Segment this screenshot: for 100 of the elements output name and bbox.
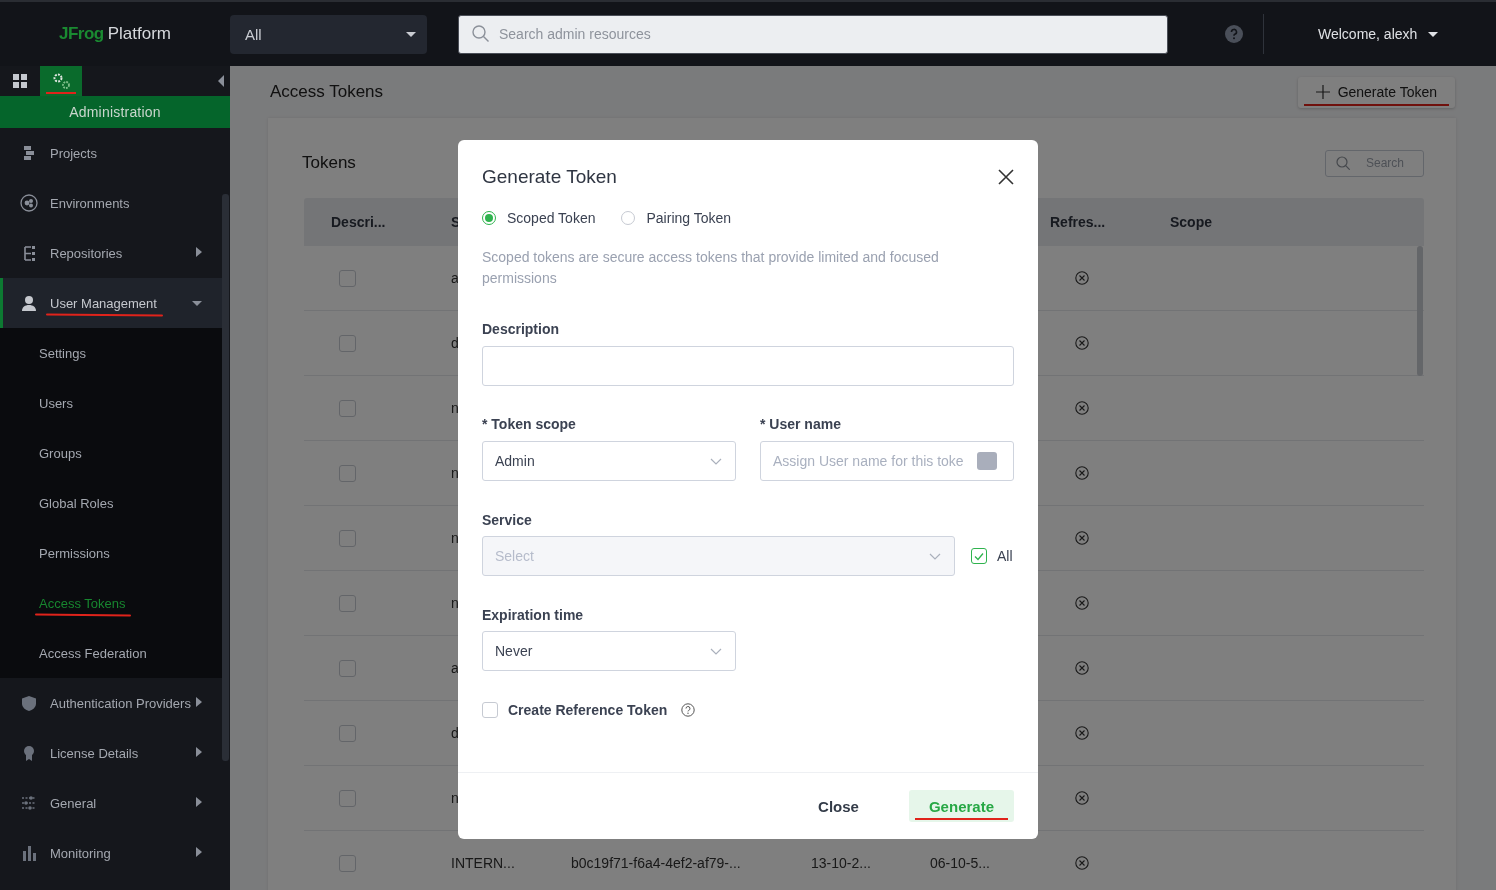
plus-icon (1315, 85, 1330, 99)
x-circle-icon (1075, 726, 1089, 740)
caret-right-icon (196, 747, 202, 757)
card-title: Tokens (302, 153, 356, 173)
table-cell: n (451, 790, 459, 806)
close-button[interactable] (998, 169, 1014, 185)
bar-chart-icon (21, 845, 37, 861)
table-cell: d (451, 335, 459, 351)
nav-subitem[interactable]: Access Tokens (39, 595, 126, 611)
x-circle-icon (1075, 791, 1089, 805)
field-label: Description (482, 320, 560, 338)
user-icon (21, 295, 37, 311)
x-circle-icon (1075, 661, 1089, 675)
scrollbar[interactable] (1417, 246, 1423, 376)
sliders-icon (21, 795, 37, 811)
nav-subitem[interactable]: Users (39, 395, 73, 411)
nav-subitem[interactable]: Groups (39, 445, 82, 461)
checkbox-label: Create Reference Token (508, 702, 668, 718)
chevron-down-icon (929, 552, 941, 560)
search-field[interactable]: Search admin resources (458, 14, 1168, 54)
row-checkbox[interactable] (339, 594, 356, 612)
gears-icon (51, 72, 71, 90)
generate-token-button[interactable]: Generate Token (1297, 76, 1455, 108)
x-circle-icon (1075, 856, 1089, 870)
nav-item[interactable]: License Details (0, 728, 222, 778)
table-cell: n (451, 595, 459, 611)
row-checkbox[interactable] (339, 464, 356, 482)
radio-option[interactable]: Pairing Token (621, 210, 732, 226)
stacked-blocks-icon (24, 146, 34, 160)
nav-subitem[interactable]: Global Roles (39, 495, 114, 511)
field-label: Service (482, 511, 533, 529)
chevron-down-icon (710, 457, 722, 465)
expiration-dropdown[interactable]: Never (482, 631, 736, 671)
nav-item[interactable]: General (0, 778, 222, 828)
checkbox-label: All (997, 548, 1013, 564)
collapse-caret-icon[interactable] (218, 75, 224, 87)
x-circle-icon (1075, 401, 1089, 415)
table-cell: a (451, 270, 459, 286)
checkbox[interactable] (482, 702, 498, 718)
chevron-down-icon (710, 647, 722, 655)
scrollbar[interactable] (222, 194, 229, 761)
caret-down-icon (1427, 30, 1440, 38)
row-checkbox[interactable] (339, 399, 356, 417)
row-checkbox[interactable] (339, 854, 356, 872)
row-checkbox[interactable] (339, 724, 356, 742)
nav-subitem[interactable]: Permissions (39, 545, 110, 561)
caret-right-icon (196, 847, 202, 857)
nav-item[interactable]: User Management (0, 278, 222, 328)
caret-right-icon (196, 797, 202, 807)
nav-item[interactable]: Projects (0, 128, 222, 178)
field-label: Expiration time (482, 606, 585, 624)
column-header[interactable]: Descri... (331, 214, 386, 230)
ribbon-badge-icon (21, 745, 37, 761)
shield-icon (21, 695, 37, 711)
search-icon (472, 24, 490, 43)
user-menu[interactable]: Welcome, alexh (1318, 26, 1440, 42)
nav-item[interactable]: Repositories (0, 228, 222, 278)
table-cell: a (451, 660, 459, 676)
nav-item[interactable]: Environments (0, 178, 222, 228)
column-header[interactable]: Refres... (1050, 214, 1106, 230)
nav-item[interactable]: Authentication Providers (0, 678, 222, 728)
row-checkbox[interactable] (339, 529, 356, 547)
column-header[interactable]: Scope (1170, 214, 1212, 230)
scope-dropdown[interactable]: All (230, 14, 427, 54)
row-checkbox[interactable] (339, 334, 356, 352)
help-icon[interactable] (681, 703, 696, 717)
check-icon (974, 551, 984, 561)
page-title: Access Tokens (270, 82, 384, 102)
help-icon[interactable] (1225, 25, 1243, 43)
field-label: * User name (760, 415, 842, 433)
table-cell: b0c19f71-f6a4-4ef2-af79-... (571, 855, 741, 871)
search-icon (1336, 155, 1350, 170)
table-cell: 13-10-2... (811, 855, 871, 871)
row-checkbox[interactable] (339, 659, 356, 677)
field-label: * Token scope (482, 415, 577, 433)
token-scope-dropdown[interactable]: Admin (482, 441, 736, 481)
row-checkbox[interactable] (339, 269, 356, 287)
x-circle-icon (1075, 596, 1089, 610)
row-checkbox[interactable] (339, 789, 356, 807)
dialog-title: Generate Token (482, 166, 617, 188)
grid-icon (13, 74, 27, 88)
radio-option[interactable]: Scoped Token (482, 210, 596, 226)
caret-right-icon (196, 247, 202, 257)
nav-subitem[interactable]: Access Federation (39, 645, 147, 661)
tree-list-icon (22, 244, 36, 262)
table-cell: INTERN... (451, 855, 515, 871)
nav-subitem[interactable]: Settings (39, 345, 86, 361)
description-field[interactable] (482, 346, 1014, 386)
close-button[interactable]: Close (798, 790, 879, 822)
x-circle-icon (1075, 336, 1089, 350)
caret-down-icon (405, 30, 417, 38)
logo[interactable]: JFrog Platform (0, 24, 230, 44)
table-cell: n (451, 530, 459, 546)
close-icon (998, 169, 1014, 185)
caret-right-icon (196, 697, 202, 707)
x-circle-icon (1075, 466, 1089, 480)
nav-item[interactable]: Monitoring (0, 828, 222, 878)
x-circle-icon (1075, 271, 1089, 285)
table-cell: 06-10-5... (930, 855, 990, 871)
user-name-field[interactable]: Assign User name for this toke (760, 441, 1014, 481)
